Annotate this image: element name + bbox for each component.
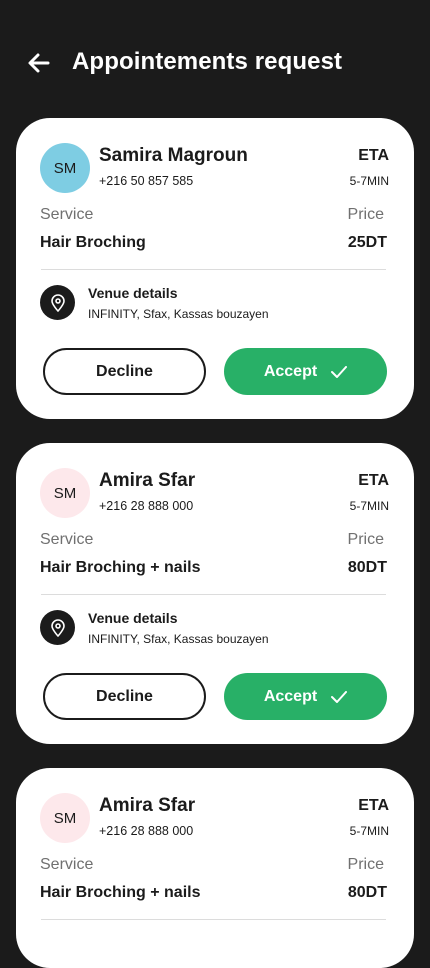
avatar: SM [40,793,90,843]
service-value: Hair Broching + nails [40,559,201,576]
eta-value: 5-7MIN [349,499,389,513]
client-phone: +216 28 888 000 [99,824,194,838]
decline-button[interactable]: Decline [43,348,206,395]
appointment-card: SM Samira Magroun +216 50 857 585 ETA 5-… [16,118,414,419]
service-label: Service [40,856,94,873]
arrow-left-icon [28,53,50,73]
price-value: 25DT [347,234,387,251]
accept-button[interactable]: Accept [224,348,387,395]
divider [41,919,386,920]
client-name: Amira Sfar [99,795,196,816]
client-phone: +216 28 888 000 [99,499,194,513]
venue-address: INFINITY, Sfax, Kassas bouzayen [88,632,269,646]
accept-label: Accept [263,362,318,380]
eta-value: 5-7MIN [349,824,389,838]
avatar: SM [40,143,90,193]
avatar: SM [40,468,90,518]
price-value: 80DT [347,559,387,576]
venue-address: INFINITY, Sfax, Kassas bouzayen [88,307,269,321]
price-label: Price [347,856,384,873]
client-name: Samira Magroun [99,145,248,166]
page-title: Appointements request [72,48,343,75]
venue-title: Venue details [88,285,178,301]
app-header: Appointements request [0,40,430,86]
eta-label: ETA [358,472,389,489]
eta-value: 5-7MIN [349,174,389,188]
venue-title: Venue details [88,610,178,626]
back-button[interactable] [26,50,52,76]
check-icon [331,365,348,378]
appointment-card: SM Amira Sfar +216 28 888 000 ETA 5-7MIN… [16,768,414,968]
service-label: Service [40,531,94,548]
decline-label: Decline [96,687,153,705]
appointment-card: SM Amira Sfar +216 28 888 000 ETA 5-7MIN… [16,443,414,744]
location-pin-icon [40,610,75,645]
accept-label: Accept [263,687,318,705]
decline-label: Decline [96,362,153,380]
price-label: Price [347,206,384,223]
client-phone: +216 50 857 585 [99,174,194,188]
price-label: Price [347,531,384,548]
location-pin-icon [40,285,75,320]
service-label: Service [40,206,94,223]
price-value: 80DT [347,884,387,901]
eta-label: ETA [358,797,389,814]
service-value: Hair Broching [40,234,146,251]
check-icon [331,690,348,703]
divider [41,594,386,595]
divider [41,269,386,270]
eta-label: ETA [358,147,389,164]
client-name: Amira Sfar [99,470,196,491]
service-value: Hair Broching + nails [40,884,201,901]
decline-button[interactable]: Decline [43,673,206,720]
accept-button[interactable]: Accept [224,673,387,720]
